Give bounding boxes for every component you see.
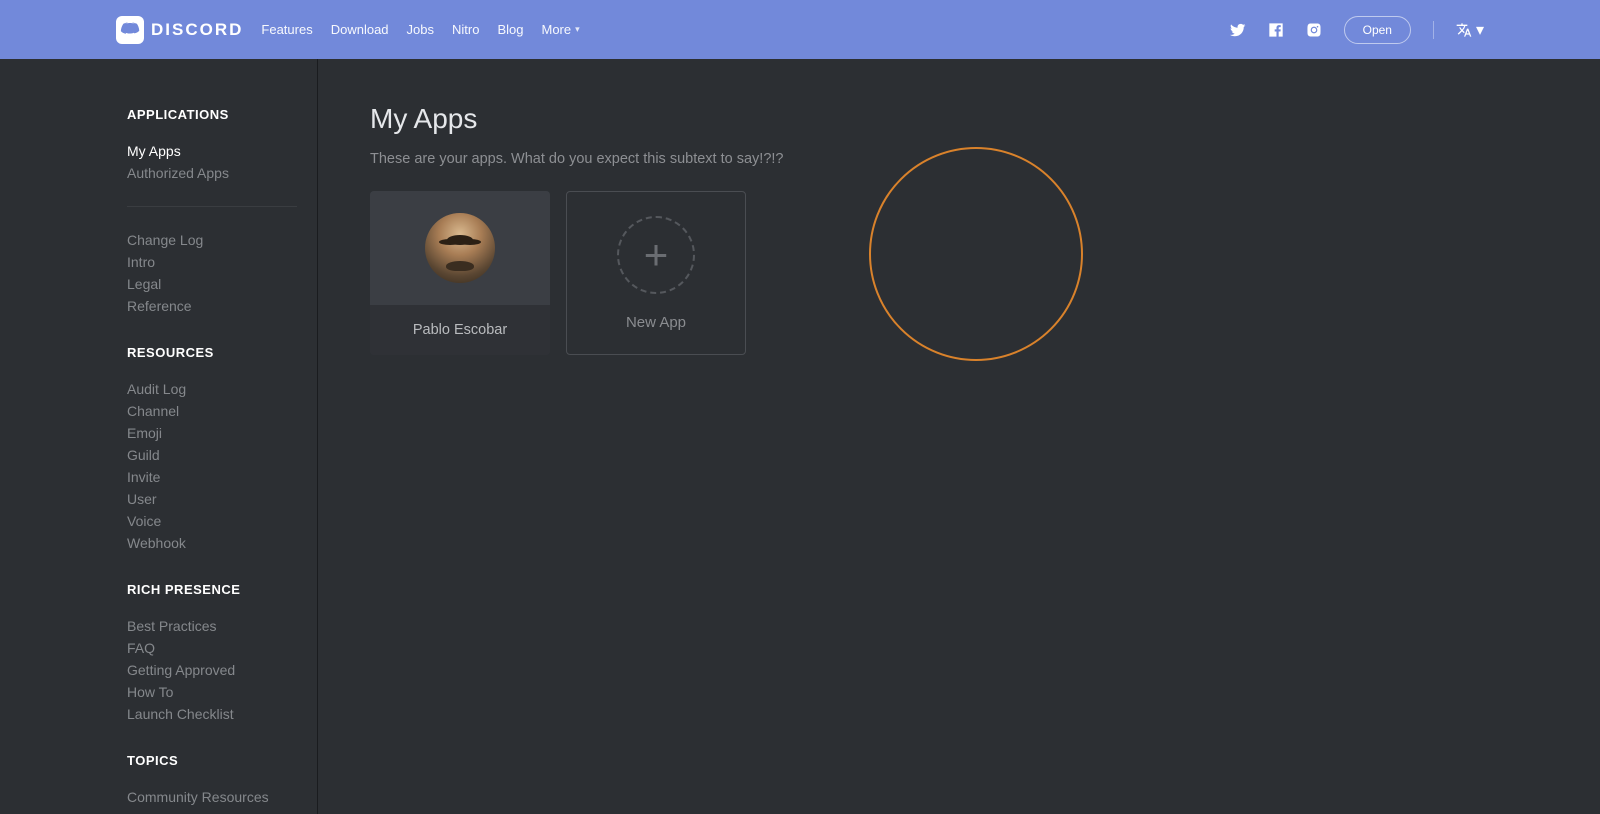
- sidebar-heading-applications: APPLICATIONS: [127, 107, 317, 122]
- sidebar-item-guild[interactable]: Guild: [127, 444, 317, 466]
- sidebar-item-voice[interactable]: Voice: [127, 510, 317, 532]
- app-avatar: [425, 213, 495, 283]
- sidebar-item-audit-log[interactable]: Audit Log: [127, 378, 317, 400]
- header-right: Open ▾: [1230, 16, 1484, 44]
- discord-logo-icon: [116, 16, 144, 44]
- sidebar-item-intro[interactable]: Intro: [127, 251, 317, 273]
- sidebar-item-reference[interactable]: Reference: [127, 295, 317, 317]
- facebook-icon[interactable]: [1268, 22, 1284, 38]
- page-title: My Apps: [370, 103, 1548, 135]
- sidebar-item-how-to[interactable]: How To: [127, 681, 317, 703]
- new-app-button[interactable]: + New App: [566, 191, 746, 355]
- sidebar-item-getting-approved[interactable]: Getting Approved: [127, 659, 317, 681]
- plus-circle-icon: +: [617, 216, 695, 294]
- app-card-name: Pablo Escobar: [370, 305, 550, 355]
- sidebar-item-authorized-apps[interactable]: Authorized Apps: [127, 162, 317, 184]
- sidebar-item-legal[interactable]: Legal: [127, 273, 317, 295]
- sidebar-item-user[interactable]: User: [127, 488, 317, 510]
- sidebar-heading-rich-presence: RICH PRESENCE: [127, 582, 317, 597]
- sidebar-heading-resources: RESOURCES: [127, 345, 317, 360]
- nav-link-nitro[interactable]: Nitro: [452, 22, 479, 37]
- open-button[interactable]: Open: [1344, 16, 1411, 44]
- sidebar-item-invite[interactable]: Invite: [127, 466, 317, 488]
- sidebar: APPLICATIONS My Apps Authorized Apps Cha…: [0, 59, 318, 814]
- header: DISCORD Features Download Jobs Nitro Blo…: [0, 0, 1600, 59]
- nav-link-jobs[interactable]: Jobs: [407, 22, 434, 37]
- discord-logo-text: DISCORD: [151, 20, 243, 40]
- nav-link-features[interactable]: Features: [261, 22, 312, 37]
- sidebar-item-gateway[interactable]: Gateway: [127, 808, 317, 814]
- header-nav: Features Download Jobs Nitro Blog More ▾: [261, 22, 579, 37]
- sidebar-item-webhook[interactable]: Webhook: [127, 532, 317, 554]
- main-content: My Apps These are your apps. What do you…: [318, 59, 1600, 814]
- nav-link-blog[interactable]: Blog: [497, 22, 523, 37]
- instagram-icon[interactable]: [1306, 22, 1322, 38]
- plus-icon: +: [644, 234, 669, 276]
- nav-link-more[interactable]: More ▾: [542, 22, 580, 37]
- chevron-down-icon: ▾: [1476, 20, 1484, 40]
- nav-link-download[interactable]: Download: [331, 22, 389, 37]
- language-selector[interactable]: ▾: [1456, 20, 1484, 40]
- sidebar-item-channel[interactable]: Channel: [127, 400, 317, 422]
- sidebar-item-community-resources[interactable]: Community Resources: [127, 786, 317, 808]
- nav-link-more-label: More: [542, 22, 572, 37]
- sidebar-item-change-log[interactable]: Change Log: [127, 229, 317, 251]
- sidebar-item-launch-checklist[interactable]: Launch Checklist: [127, 703, 317, 725]
- chevron-down-icon: ▾: [575, 24, 580, 35]
- twitter-icon[interactable]: [1230, 22, 1246, 38]
- sidebar-heading-topics: TOPICS: [127, 753, 317, 768]
- app-card-preview: [370, 191, 550, 305]
- translate-icon: [1456, 22, 1472, 38]
- page-subtext: These are your apps. What do you expect …: [370, 151, 1548, 167]
- sidebar-item-best-practices[interactable]: Best Practices: [127, 615, 317, 637]
- sidebar-item-emoji[interactable]: Emoji: [127, 422, 317, 444]
- sidebar-divider: [127, 206, 297, 207]
- discord-logo[interactable]: DISCORD: [116, 16, 243, 44]
- sidebar-item-my-apps[interactable]: My Apps: [127, 140, 317, 162]
- app-grid: Pablo Escobar + New App: [370, 191, 1548, 355]
- sidebar-item-faq[interactable]: FAQ: [127, 637, 317, 659]
- new-app-label: New App: [626, 314, 686, 331]
- app-card[interactable]: Pablo Escobar: [370, 191, 550, 355]
- header-divider: [1433, 21, 1434, 39]
